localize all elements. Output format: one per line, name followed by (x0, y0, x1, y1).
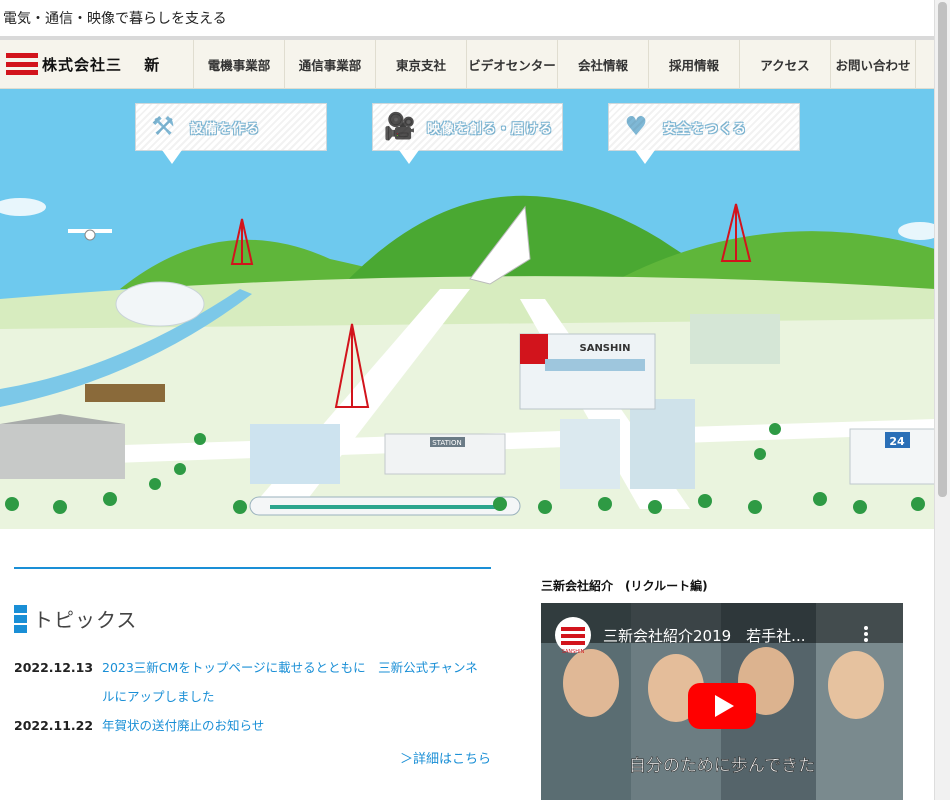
news-item: 2022.11.22 年賀状の送付廃止のお知らせ (14, 711, 494, 740)
nav-item-video-center[interactable]: ビデオセンター (467, 40, 558, 88)
video-title: 三新会社紹介2019 若手社... (603, 627, 805, 645)
news-date: 2022.11.22 (14, 718, 94, 733)
topics-heading: トピックス (14, 604, 137, 633)
nav-item-contact[interactable]: お問い合わせ (831, 40, 916, 88)
main-navigation: 株式会社三 新 電機事業部 通信事業部 東京支社 ビデオセンター 会社情報 採用… (0, 40, 935, 89)
nav-item-access[interactable]: アクセス (740, 40, 831, 88)
video-heading: 三新会社紹介 (リクルート編) (541, 579, 708, 593)
convenience-store-sign: 24 (889, 435, 905, 448)
city-illustration: STATION SANSHIN 24 (0, 89, 935, 529)
youtube-video-embed[interactable]: SANSHIN 三新会社紹介2019 若手社... 自分のために歩んできた (541, 603, 903, 800)
heart-icon: ♥ (624, 112, 648, 142)
nav-item-tokyo[interactable]: 東京支社 (376, 40, 467, 88)
news-link[interactable]: 年賀状の送付廃止のお知らせ (102, 711, 482, 740)
nav-item-company[interactable]: 会社情報 (558, 40, 649, 88)
bubble-eizou[interactable]: 🎥 映像を創る・届ける (372, 103, 563, 164)
tools-icon: ⚒ (151, 112, 175, 142)
more-details-link[interactable]: ＞詳細はこちら (300, 748, 491, 767)
topics-title: トピックス (33, 608, 138, 632)
topics-mark-icon (14, 604, 27, 633)
video-caption: 自分のために歩んできた (629, 756, 815, 776)
nav-item-denki[interactable]: 電機事業部 (194, 40, 285, 88)
news-item: 2022.12.13 2023三新CMをトップページに載せるとともに 三新公式チ… (14, 653, 494, 711)
news-link[interactable]: 2023三新CMをトップページに載せるとともに 三新公式チャンネルにアップしまし… (102, 653, 482, 711)
bubble-setsubi[interactable]: ⚒ 設備を作る (135, 103, 327, 164)
bubble-eizou-label: 映像を創る・届ける (427, 121, 554, 137)
video-thumbnail: SANSHIN 三新会社紹介2019 若手社... 自分のために歩んできた (541, 603, 903, 800)
hero-illustration: STATION SANSHIN 24 ⚒ 設備を作る 🎥 映像を創る・届ける ♥… (0, 89, 935, 529)
station-sign: STATION (432, 439, 462, 447)
sanshin-building-sign: SANSHIN (580, 343, 631, 354)
site-logo[interactable]: 株式会社三 新 (0, 40, 194, 88)
scrollbar-thumb[interactable] (938, 2, 947, 497)
news-date: 2022.12.13 (14, 660, 94, 675)
video-camera-icon: 🎥 (383, 112, 417, 142)
channel-badge-text: SANSHIN (562, 649, 585, 655)
page-scrollbar[interactable] (934, 0, 950, 800)
bubble-setsubi-label: 設備を作る (190, 121, 261, 137)
site-tagline: 電気・通信・映像で暮らしを支える (3, 11, 227, 27)
bubble-anzen-label: 安全をつくる (663, 121, 747, 137)
topics-divider (14, 567, 491, 569)
nav-item-tsushin[interactable]: 通信事業部 (285, 40, 376, 88)
logo-mark-icon (6, 53, 38, 75)
logo-text: 株式会社三 新 (42, 55, 161, 74)
bubble-anzen[interactable]: ♥ 安全をつくる (608, 103, 800, 164)
play-button-icon[interactable] (688, 683, 756, 729)
nav-item-recruit[interactable]: 採用情報 (649, 40, 740, 88)
